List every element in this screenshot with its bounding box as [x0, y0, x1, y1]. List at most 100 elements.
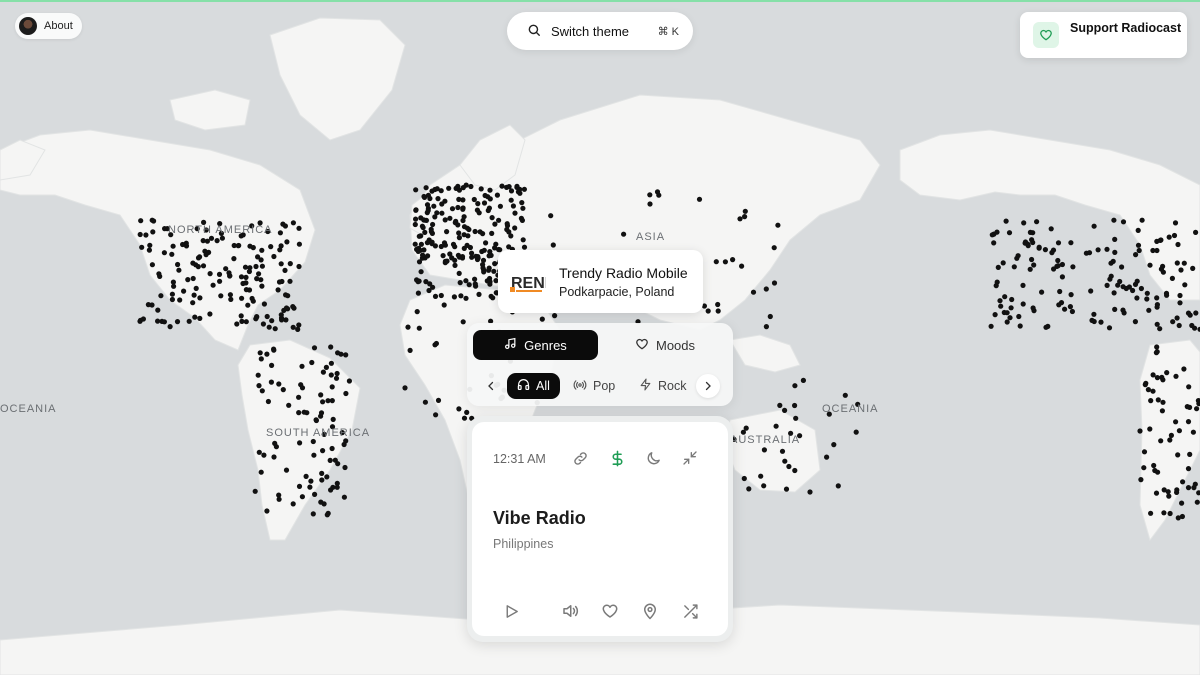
station-dot[interactable] [259, 257, 264, 262]
station-dot[interactable] [1160, 400, 1165, 405]
station-dot[interactable] [311, 439, 316, 444]
station-dot[interactable] [446, 186, 451, 191]
station-dot[interactable] [1092, 224, 1097, 229]
station-dot[interactable] [288, 261, 293, 266]
station-dot[interactable] [1169, 433, 1174, 438]
station-dot[interactable] [1194, 406, 1199, 411]
station-dot[interactable] [413, 222, 418, 227]
switch-theme-button[interactable]: Switch theme ⌘ K [507, 12, 693, 50]
station-dot[interactable] [312, 492, 317, 497]
heart-icon[interactable] [597, 598, 623, 624]
station-dot[interactable] [1193, 310, 1198, 315]
station-dot[interactable] [262, 301, 267, 306]
station-dot[interactable] [1186, 419, 1191, 424]
station-dot[interactable] [1021, 301, 1026, 306]
station-dot[interactable] [1133, 252, 1138, 257]
station-dot[interactable] [456, 406, 461, 411]
station-dot[interactable] [739, 264, 744, 269]
station-dot[interactable] [1029, 257, 1034, 262]
station-dot[interactable] [843, 393, 848, 398]
station-dot[interactable] [443, 217, 448, 222]
station-dot[interactable] [256, 383, 261, 388]
station-dot[interactable] [155, 319, 160, 324]
station-dot[interactable] [517, 187, 522, 192]
station-dot[interactable] [247, 265, 252, 270]
station-dot[interactable] [330, 384, 335, 389]
station-dot[interactable] [463, 296, 468, 301]
station-dot[interactable] [264, 508, 269, 513]
station-dot[interactable] [1170, 319, 1175, 324]
station-dot[interactable] [485, 278, 490, 283]
station-dot[interactable] [1173, 419, 1178, 424]
station-dot[interactable] [1120, 308, 1125, 313]
station-dot[interactable] [1005, 319, 1010, 324]
station-dot[interactable] [321, 370, 326, 375]
station-dot[interactable] [312, 345, 317, 350]
station-dot[interactable] [431, 204, 436, 209]
station-dot[interactable] [1121, 219, 1126, 224]
station-dot[interactable] [402, 385, 407, 390]
station-dot[interactable] [1111, 218, 1116, 223]
station-dot[interactable] [1195, 500, 1200, 505]
station-dot[interactable] [307, 485, 312, 490]
station-dot[interactable] [1043, 247, 1048, 252]
station-dot[interactable] [1168, 511, 1173, 516]
station-dot[interactable] [1158, 438, 1163, 443]
station-dot[interactable] [175, 262, 180, 267]
station-dot[interactable] [151, 218, 156, 223]
station-dot[interactable] [207, 311, 212, 316]
station-dot[interactable] [442, 302, 447, 307]
station-dot[interactable] [464, 183, 469, 188]
station-dot[interactable] [1112, 290, 1117, 295]
station-dot[interactable] [1070, 264, 1075, 269]
station-dot[interactable] [994, 230, 999, 235]
station-dot[interactable] [1160, 408, 1165, 413]
station-dot[interactable] [746, 486, 751, 491]
station-dot[interactable] [415, 309, 420, 314]
station-dot[interactable] [156, 271, 161, 276]
station-dot[interactable] [169, 252, 174, 257]
station-dot[interactable] [422, 230, 427, 235]
station-dot[interactable] [462, 224, 467, 229]
station-dot[interactable] [424, 185, 429, 190]
station-dot[interactable] [1031, 262, 1036, 267]
station-dot[interactable] [416, 249, 421, 254]
station-dot[interactable] [239, 296, 244, 301]
station-dot[interactable] [279, 317, 284, 322]
station-dot[interactable] [1160, 377, 1165, 382]
station-dot[interactable] [460, 197, 465, 202]
station-dot[interactable] [171, 284, 176, 289]
station-dot[interactable] [758, 474, 763, 479]
station-dot[interactable] [706, 308, 711, 313]
station-dot[interactable] [1104, 247, 1109, 252]
station-dot[interactable] [260, 388, 265, 393]
location-pin-icon[interactable] [637, 598, 663, 624]
station-dot[interactable] [1030, 240, 1035, 245]
station-dot[interactable] [284, 239, 289, 244]
station-dot[interactable] [1167, 235, 1172, 240]
tab-moods[interactable]: Moods [603, 330, 727, 360]
station-dot[interactable] [425, 253, 430, 258]
station-dot[interactable] [481, 258, 486, 263]
station-dot[interactable] [1088, 288, 1093, 293]
station-dot[interactable] [730, 257, 735, 262]
station-dot[interactable] [247, 244, 252, 249]
station-dot[interactable] [1180, 479, 1185, 484]
station-dot[interactable] [774, 424, 779, 429]
station-dot[interactable] [1112, 307, 1117, 312]
station-dot[interactable] [483, 193, 488, 198]
station-dot[interactable] [1166, 489, 1171, 494]
station-dot[interactable] [1105, 283, 1110, 288]
station-dot[interactable] [1140, 218, 1145, 223]
station-dot[interactable] [215, 238, 220, 243]
station-dot[interactable] [286, 403, 291, 408]
station-dot[interactable] [441, 253, 446, 258]
station-dot[interactable] [1180, 514, 1185, 519]
station-dot[interactable] [498, 204, 503, 209]
station-dot[interactable] [1018, 323, 1023, 328]
station-dot[interactable] [277, 497, 282, 502]
station-dot[interactable] [318, 392, 323, 397]
station-dot[interactable] [335, 371, 340, 376]
station-dot[interactable] [296, 395, 301, 400]
station-dot[interactable] [281, 308, 286, 313]
